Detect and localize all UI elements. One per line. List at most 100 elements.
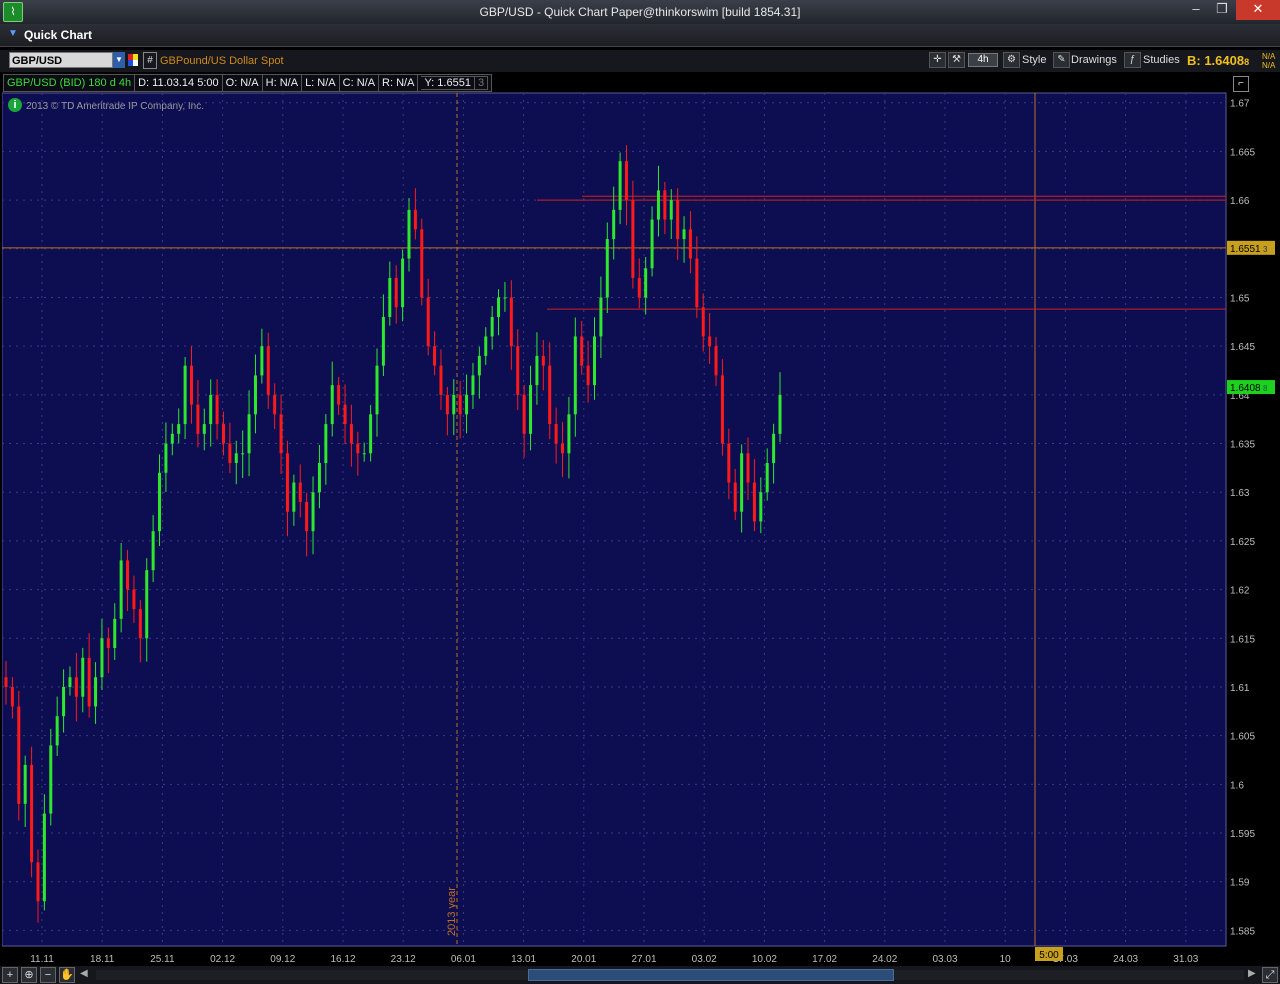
candle-body (375, 365, 379, 415)
open-label: O: N/A (222, 74, 263, 92)
scroll-thumb[interactable] (528, 969, 894, 981)
candle-body (94, 677, 98, 707)
minus-icon[interactable]: − (40, 967, 56, 983)
candle-body (541, 355, 545, 366)
zoom-out-icon[interactable]: ⊕ (21, 967, 37, 983)
candle-body (279, 414, 283, 454)
candle-body (158, 472, 162, 532)
candle-body (772, 433, 776, 464)
candle-body (241, 453, 245, 455)
candle-body (183, 365, 187, 425)
candle-body (260, 346, 264, 376)
ask-na: N/A (1262, 52, 1276, 61)
cursor-price-label: 1.6551 (1230, 244, 1261, 255)
window-title: GBP/USD - Quick Chart Paper@thinkorswim … (479, 5, 801, 19)
studies-icon[interactable]: ƒ (1124, 52, 1141, 68)
candle-body (580, 336, 584, 366)
drawings-button[interactable]: Drawings (1071, 52, 1117, 69)
aggregation-button[interactable]: 4h (968, 53, 998, 67)
studies-button[interactable]: Studies (1143, 52, 1180, 69)
candle-body (535, 355, 539, 386)
candle-body (637, 278, 641, 298)
symbol-link-icon[interactable] (128, 54, 138, 66)
candle-body (23, 764, 27, 804)
symbol-dropdown-icon[interactable]: ▼ (113, 52, 125, 68)
style-button[interactable]: Style (1022, 52, 1046, 69)
scroll-right-icon[interactable]: ▶ (1248, 968, 1256, 979)
cursor-price-small: 3 (1263, 245, 1268, 254)
candle-body (36, 862, 40, 902)
crosshair-icon[interactable]: ✛ (929, 52, 946, 68)
candle-body (247, 414, 251, 454)
candle-body (273, 394, 277, 415)
candle-body (497, 297, 501, 317)
candle-body (682, 229, 686, 240)
info-icon[interactable]: i (8, 98, 22, 112)
chart-mode-icon[interactable]: ⌐ (1233, 76, 1249, 92)
collapse-icon[interactable]: ▼ (8, 28, 18, 39)
style-icon[interactable]: ⚙ (1003, 52, 1020, 68)
candle-body (100, 638, 104, 678)
y-tick-label: 1.6 (1230, 780, 1244, 791)
price-chart[interactable]: 1.671.6651.661.6551.651.6451.641.6351.63… (2, 73, 1278, 966)
low-label: L: N/A (302, 74, 340, 92)
y-label: Y: 1.6551 3 (418, 74, 493, 92)
symbol-input[interactable]: GBP/USD (9, 52, 113, 68)
x-tick-label: 02.12 (210, 954, 235, 965)
pencil-icon[interactable]: ✎ (1053, 52, 1070, 68)
candle-body (266, 346, 270, 395)
candle-body (676, 200, 680, 240)
copyright-text: 2013 © TD Ameritrade IP Company, Inc. (26, 101, 205, 112)
candle-body (145, 570, 149, 639)
candle-body (202, 424, 206, 434)
candle-body (221, 424, 225, 444)
minimize-button[interactable]: – (1182, 0, 1210, 20)
candle-body (356, 443, 360, 454)
candle-body (695, 258, 699, 308)
candle-body (567, 414, 571, 454)
y-tick-label: 1.585 (1230, 926, 1255, 937)
candle-body (509, 297, 513, 347)
candle-body (17, 706, 21, 804)
quick-chart-header: ▼ Quick Chart (0, 24, 1280, 47)
candle-body (190, 365, 194, 405)
x-tick-label: 06.01 (451, 954, 476, 965)
candle-body (669, 200, 673, 220)
x-tick-label: 24.03 (1113, 954, 1138, 965)
close-button[interactable]: ✕ (1236, 0, 1280, 20)
scroll-left-icon[interactable]: ◀ (80, 968, 88, 979)
hash-button[interactable]: # (143, 52, 157, 69)
candle-body (49, 745, 53, 814)
chart-info-bar: GBP/USD (BID) 180 d 4h D: 11.03.14 5:00 … (3, 74, 493, 92)
chart-scrollbar: + ⊕ − ✋ ◀ ▶ ⤢ (0, 966, 1280, 984)
candle-body (759, 492, 763, 522)
candle-body (426, 297, 430, 347)
chart-toolbar: GBP/USD ▼ # GBPound/US Dollar Spot ✛ ⚒ 4… (0, 50, 1280, 72)
hand-icon[interactable]: ✋ (59, 967, 75, 983)
candle-body (529, 385, 533, 434)
candle-body (720, 375, 724, 444)
candle-body (113, 618, 117, 649)
candle-body (305, 501, 309, 532)
wrench-icon[interactable]: ⚒ (948, 52, 965, 68)
zoom-in-icon[interactable]: + (2, 967, 18, 983)
candle-body (132, 589, 136, 610)
candle-body (170, 433, 174, 444)
candle-body (650, 219, 654, 269)
y-tick-label: 1.625 (1230, 537, 1255, 548)
candle-body (228, 443, 232, 464)
restore-button[interactable]: ❐ (1208, 0, 1236, 20)
candle-body (55, 716, 59, 746)
candle-body (311, 492, 315, 532)
candle-body (439, 365, 443, 395)
candle-body (765, 463, 769, 493)
symbol-description: GBPound/US Dollar Spot (160, 55, 284, 67)
candle-body (631, 200, 635, 279)
candle-body (164, 443, 168, 473)
candle-body (663, 190, 667, 220)
y-tick-label: 1.62 (1230, 586, 1250, 597)
y-tick-label: 1.605 (1230, 732, 1255, 743)
y-tick-label: 1.645 (1230, 342, 1255, 353)
candle-body (68, 677, 72, 687)
expand-icon[interactable]: ⤢ (1262, 967, 1278, 983)
